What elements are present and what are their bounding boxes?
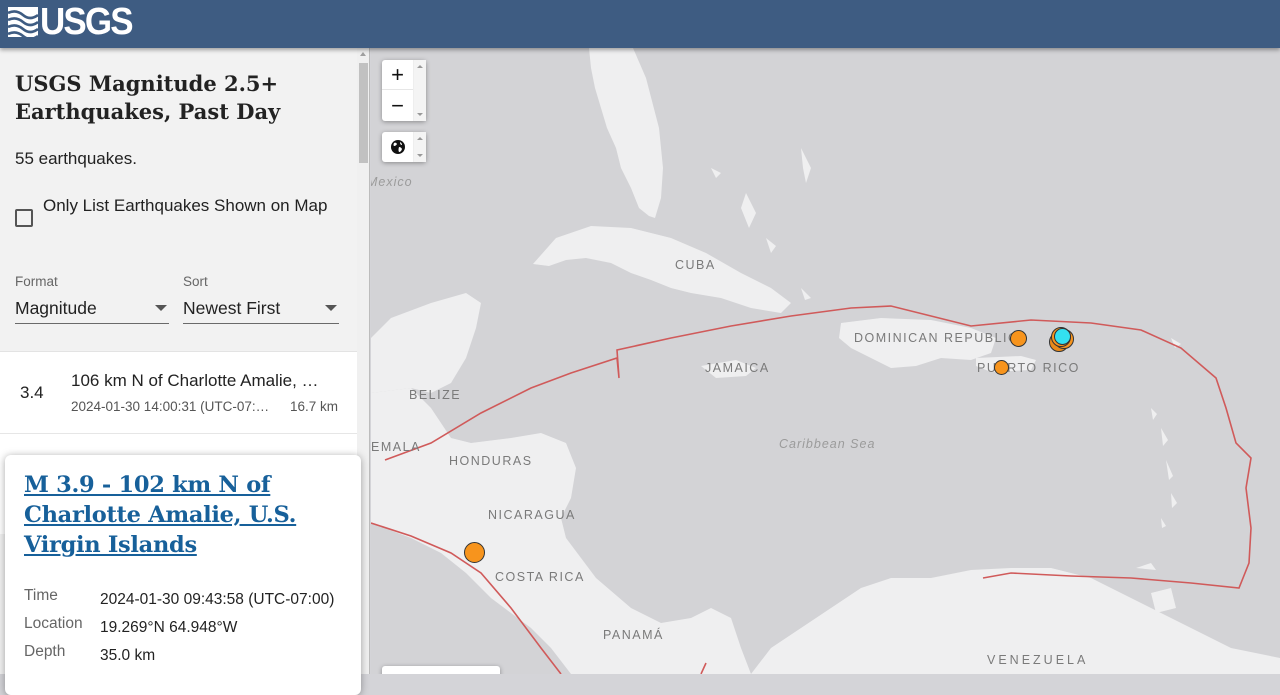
sort-field: Sort Newest First bbox=[183, 274, 339, 324]
sort-select[interactable]: Newest First bbox=[183, 292, 339, 324]
zoom-control: + − bbox=[382, 60, 426, 121]
layers-control-scroll[interactable] bbox=[413, 132, 426, 162]
globe-icon bbox=[390, 140, 405, 154]
layers-button[interactable] bbox=[382, 132, 413, 162]
map-label-jamaica: JAMAICA bbox=[705, 361, 770, 375]
map-label-gulf-of-mexico: Mexico bbox=[371, 175, 413, 189]
list-item[interactable]: 3.4 106 km N of Charlotte Amalie, … 2024… bbox=[0, 352, 357, 434]
zoom-out-button[interactable]: − bbox=[382, 90, 413, 121]
map-label-guatemala: EMALA bbox=[371, 440, 421, 454]
map-label-costa-rica: COSTA RICA bbox=[495, 570, 585, 584]
zoom-control-scroll[interactable] bbox=[413, 60, 426, 121]
land-yucatan bbox=[371, 293, 481, 393]
earthquake-count: 55 earthquakes. bbox=[15, 149, 137, 168]
land-florida bbox=[589, 48, 663, 218]
map-label-nicaragua: NICARAGUA bbox=[488, 508, 576, 522]
header-bar: USGS bbox=[0, 0, 1280, 48]
feed-title: USGS Magnitude 2.5+ Earthquakes, Past Da… bbox=[15, 71, 281, 124]
list-item-place: 106 km N of Charlotte Amalie, … bbox=[71, 371, 319, 390]
earthquake-popup: M 3.9 - 102 km N of Charlotte Amalie, U.… bbox=[5, 455, 361, 695]
earthquake-detail-link[interactable]: M 3.9 - 102 km N of Charlotte Amalie, U.… bbox=[24, 470, 324, 560]
list-item-magnitude: 3.4 bbox=[20, 383, 44, 402]
detail-row-location: Location 19.269°N 64.948°W bbox=[24, 615, 334, 643]
scrollbar-thumb[interactable] bbox=[359, 63, 368, 163]
sort-value: Newest First bbox=[183, 298, 281, 318]
earthquake-marker[interactable] bbox=[1010, 330, 1027, 347]
map-scale-control[interactable] bbox=[382, 666, 500, 674]
map-view[interactable]: CUBA DOMINICAN REPUBLIC PUERTO RICO JAMA… bbox=[371, 48, 1280, 674]
map-label-cuba: CUBA bbox=[675, 258, 716, 272]
chevron-down-icon bbox=[155, 305, 167, 311]
land-cuba bbox=[533, 226, 791, 313]
detail-key: Depth bbox=[24, 643, 66, 660]
detail-key: Location bbox=[24, 615, 83, 632]
scroll-up-icon[interactable] bbox=[417, 137, 423, 140]
sort-label: Sort bbox=[183, 274, 208, 289]
map-label-belize: BELIZE bbox=[409, 388, 462, 402]
only-list-shown-label[interactable]: Only List Earthquakes Shown on Map bbox=[43, 192, 327, 227]
format-select[interactable]: Magnitude bbox=[15, 292, 169, 324]
land-lesser-antilles bbox=[1136, 338, 1181, 613]
only-list-shown-checkbox-row[interactable]: Only List Earthquakes Shown on Map bbox=[15, 192, 345, 227]
logo-text: USGS bbox=[40, 1, 134, 43]
detail-value: 35.0 km bbox=[100, 647, 156, 664]
scroll-up-icon[interactable] bbox=[360, 52, 366, 56]
map-label-panama: PANAMÁ bbox=[603, 628, 664, 642]
only-list-shown-checkbox[interactable] bbox=[15, 209, 33, 227]
scroll-up-icon[interactable] bbox=[417, 65, 423, 68]
detail-key: Time bbox=[24, 587, 58, 604]
list-item-depth: 16.7 km bbox=[289, 399, 338, 414]
detail-value: 2024-01-30 09:43:58 (UTC-07:00) bbox=[100, 591, 335, 608]
map-label-honduras: HONDURAS bbox=[449, 454, 533, 468]
map-label-venezuela: VENEZUELA bbox=[987, 653, 1089, 667]
earthquake-marker[interactable] bbox=[464, 542, 485, 563]
format-label: Format bbox=[15, 274, 58, 289]
format-value: Magnitude bbox=[15, 298, 97, 318]
map-label-puerto-rico: PUERTO RICO bbox=[977, 361, 1080, 375]
list-item-time: 2024-01-30 14:00:31 (UTC-07:… bbox=[71, 399, 270, 414]
selected-earthquake-marker[interactable] bbox=[1054, 328, 1071, 345]
earthquake-marker[interactable] bbox=[994, 360, 1009, 375]
usgs-wave-icon bbox=[8, 7, 38, 37]
detail-row-depth: Depth 35.0 km bbox=[24, 643, 334, 671]
scroll-down-icon[interactable] bbox=[417, 154, 423, 157]
zoom-in-button[interactable]: + bbox=[382, 60, 413, 90]
format-field: Format Magnitude bbox=[15, 274, 169, 324]
scroll-down-icon[interactable] bbox=[417, 113, 423, 116]
usgs-logo[interactable]: USGS bbox=[8, 1, 140, 43]
earthquake-details: Time 2024-01-30 09:43:58 (UTC-07:00) Loc… bbox=[24, 587, 334, 671]
detail-row-time: Time 2024-01-30 09:43:58 (UTC-07:00) bbox=[24, 587, 334, 615]
detail-value: 19.269°N 64.948°W bbox=[100, 619, 238, 636]
map-label-caribbean-sea: Caribbean Sea bbox=[779, 437, 876, 451]
map-label-dominican-republic: DOMINICAN REPUBLIC bbox=[854, 331, 1019, 345]
land-central-america bbox=[371, 388, 751, 674]
layers-control bbox=[382, 132, 426, 162]
chevron-down-icon bbox=[325, 305, 337, 311]
